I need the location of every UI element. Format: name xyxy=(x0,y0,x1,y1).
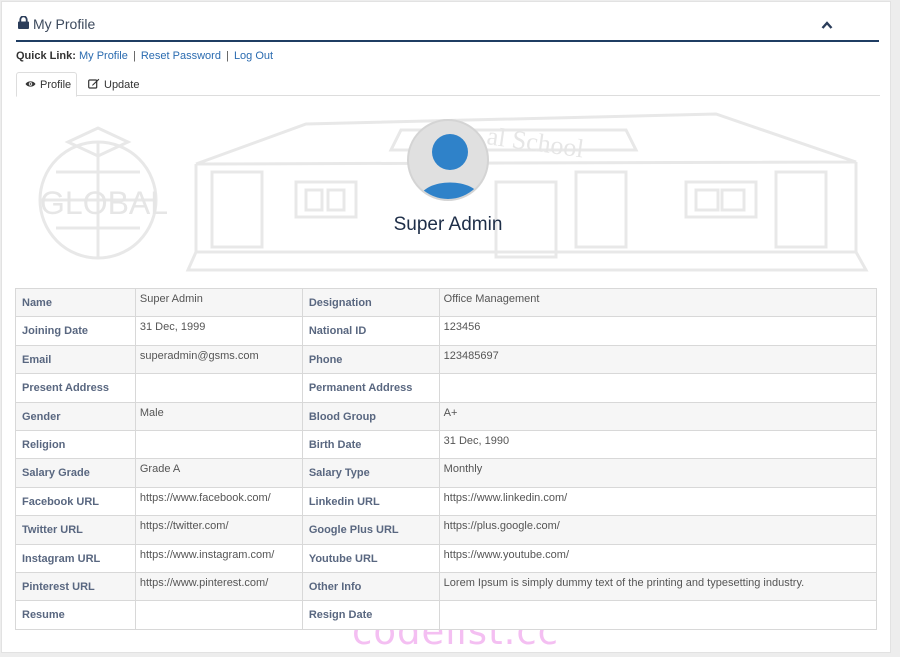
field-label: Blood Group xyxy=(301,401,440,431)
field-label: Name xyxy=(15,287,136,318)
tab-profile-label: Profile xyxy=(40,78,72,91)
field-label: Youtube URL xyxy=(301,543,440,573)
tab-update[interactable]: Update xyxy=(80,72,147,97)
tab-bar: Profile Update xyxy=(16,72,880,97)
field-label: Google Plus URL xyxy=(301,515,440,545)
field-value: Office Management xyxy=(438,287,878,318)
lock-icon xyxy=(18,15,33,32)
school-watermark-text: al School xyxy=(485,121,586,163)
field-label: Twitter URL xyxy=(15,515,136,545)
avatar xyxy=(407,119,489,201)
field-label: National ID xyxy=(301,316,440,346)
table-row: Present Address Permanent Address xyxy=(15,373,878,403)
field-value: superadmin@gsms.com xyxy=(134,344,303,375)
field-value: https://www.instagram.com/ xyxy=(134,543,303,573)
field-value xyxy=(134,600,303,630)
table-row: Gender Male Blood Group A+ xyxy=(15,401,878,431)
field-value xyxy=(134,373,303,403)
chevron-up-icon[interactable] xyxy=(821,17,835,29)
field-label: Religion xyxy=(15,429,136,460)
table-row: Twitter URL https://twitter.com/Google Pl… xyxy=(15,515,878,545)
table-row: Pinterest URL https://www.pinterest.com/O… xyxy=(15,571,878,602)
field-value: https://twitter.com/ xyxy=(134,515,303,545)
edit-icon xyxy=(88,78,100,92)
field-value xyxy=(438,373,878,403)
field-label: Salary Grade xyxy=(15,458,136,488)
field-label: Linkedin URL xyxy=(301,486,440,517)
field-label: Gender xyxy=(15,401,136,431)
field-value: Grade A xyxy=(134,458,303,488)
table-row: Name Super Admin Designation Office Managem… xyxy=(15,287,878,318)
separator: | xyxy=(132,50,136,62)
field-value: https://www.facebook.com/ xyxy=(134,486,303,517)
field-value: Super Admin xyxy=(134,287,303,318)
field-label: Present Address xyxy=(15,373,136,403)
panel-header: My Profile xyxy=(16,2,879,42)
field-value: Male xyxy=(134,401,303,431)
field-value: A+ xyxy=(438,401,878,431)
field-value: https://www.linkedin.com/ xyxy=(438,486,878,517)
field-value: Monthly xyxy=(438,458,878,488)
field-label: Designation xyxy=(301,287,440,318)
table-row: Instagram URL https://www.instagram.com/Y… xyxy=(15,543,878,573)
quick-links: Quick Link: My Profile | Reset Password … xyxy=(16,50,273,62)
tab-update-label: Update xyxy=(104,78,140,91)
table-row: Email superadmin@gsms.com Phone 123485697 xyxy=(15,344,878,375)
field-label: Resume xyxy=(15,600,136,630)
user-name: Super Admin xyxy=(393,214,503,235)
field-label: Phone xyxy=(301,344,440,375)
field-value: 31 Dec, 1990 xyxy=(438,429,878,460)
table-row: Salary Grade Grade A Salary Type Monthly xyxy=(15,458,878,488)
field-label: Resign Date xyxy=(301,600,440,630)
quick-links-label: Quick Link: xyxy=(16,50,76,62)
field-label: Email xyxy=(15,344,136,375)
field-label: Other Info xyxy=(301,571,440,602)
eye-icon xyxy=(25,79,36,91)
separator: | xyxy=(226,50,229,62)
table-row: Facebook URL https://www.facebook.com/Lin… xyxy=(15,486,878,517)
profile-banner: GLOBAL al School Super Admin xyxy=(16,102,880,282)
profile-info-table: Name Super Admin Designation Office Managem… xyxy=(15,287,878,630)
field-value: https://www.youtube.com/ xyxy=(438,543,878,573)
field-value: https://plus.google.com/ xyxy=(438,515,878,545)
field-value: 123456 xyxy=(438,316,878,346)
field-value: https://www.pinterest.com/ xyxy=(134,571,303,602)
field-value: 123485697 xyxy=(438,344,878,375)
field-label: Salary Type xyxy=(301,458,440,488)
field-value xyxy=(438,600,878,630)
table-row: Joining Date 31 Dec, 1999 National ID 12345… xyxy=(15,316,878,346)
tab-profile[interactable]: Profile xyxy=(16,72,77,97)
field-label: Permanent Address xyxy=(301,373,440,403)
field-value: Lorem Ipsum is simply dummy text of the … xyxy=(438,571,878,602)
table-row: Resume Resign Date xyxy=(15,600,878,630)
field-value: 31 Dec, 1999 xyxy=(134,316,303,346)
reset-password-link[interactable]: Reset Password xyxy=(141,50,221,62)
page-title-text: My Profile xyxy=(33,16,96,32)
table-row: Religion Birth Date 31 Dec, 1990 xyxy=(15,429,878,460)
page-title: My Profile xyxy=(18,15,96,32)
field-label: Pinterest URL xyxy=(15,571,136,602)
field-label: Joining Date xyxy=(15,316,136,346)
my-profile-link[interactable]: My Profile xyxy=(79,50,128,62)
field-value xyxy=(134,429,303,460)
field-label: Instagram URL xyxy=(15,543,136,573)
field-label: Facebook URL xyxy=(15,486,136,517)
log-out-link[interactable]: Log Out xyxy=(234,50,273,62)
field-label: Birth Date xyxy=(301,429,440,460)
